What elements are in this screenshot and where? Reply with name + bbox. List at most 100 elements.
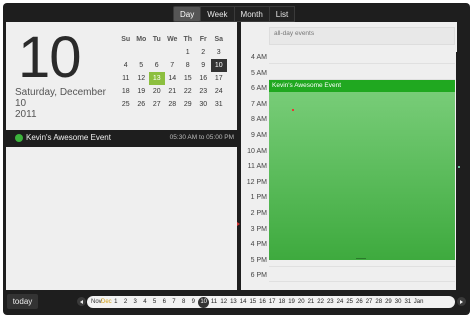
mini-calendar-empty	[134, 46, 150, 59]
strip-day[interactable]: 15	[248, 296, 258, 308]
mini-calendar-day[interactable]: 17	[211, 72, 227, 85]
mini-calendar-day[interactable]: 18	[118, 85, 134, 98]
mini-calendar-day[interactable]: 16	[196, 72, 212, 85]
hour-label: 4 AM	[251, 54, 267, 61]
strip-day[interactable]: 23	[325, 296, 335, 308]
strip-day[interactable]: 8	[179, 296, 189, 308]
tab-day[interactable]: Day	[173, 6, 202, 22]
hour-label: 11 AM	[247, 163, 267, 171]
weekday-label: Sa	[214, 36, 224, 43]
next-arrow-icon[interactable]	[457, 297, 466, 306]
hour-label: 3 PM	[250, 225, 267, 233]
hour-label: 8 AM	[251, 116, 267, 124]
tab-month[interactable]: Month	[233, 6, 270, 22]
event-block[interactable]: Kevin's Awesome Event	[269, 80, 455, 260]
time-marker	[292, 109, 294, 111]
prev-arrow-icon[interactable]	[77, 297, 86, 306]
strip-day[interactable]: 10	[198, 296, 210, 308]
mini-calendar-day[interactable]: 21	[165, 85, 181, 98]
mini-calendar-day[interactable]: 7	[165, 59, 181, 72]
hour-label: 2 PM	[250, 210, 267, 217]
mini-calendar-day[interactable]: 22	[180, 85, 196, 98]
mini-calendar-day[interactable]: 1	[180, 46, 196, 59]
mini-calendar-day[interactable]: 27	[149, 98, 165, 111]
strip-day[interactable]: 25	[345, 296, 355, 308]
strip-day[interactable]: 27	[364, 296, 374, 308]
event-list-item[interactable]: Kevin's Awesome Event 05:30 AM to 05:00 …	[6, 130, 237, 147]
strip-day[interactable]: 13	[229, 296, 239, 308]
hour-label: 7 AM	[251, 100, 267, 108]
mini-calendar-day[interactable]: 9	[196, 59, 212, 72]
strip-day[interactable]: 21	[306, 296, 316, 308]
strip-month[interactable]: Nov	[91, 296, 102, 308]
day-summary-panel: 10 Saturday, December 10 2011 Su Mo Tu W…	[6, 22, 237, 290]
mini-calendar-day[interactable]: 15	[180, 72, 196, 85]
mini-calendar-day[interactable]: 10	[211, 59, 227, 72]
strip-day[interactable]: 31	[403, 296, 413, 308]
mini-calendar-day[interactable]: 5	[134, 59, 150, 72]
mini-calendar-day[interactable]: 25	[118, 98, 134, 111]
strip-month[interactable]: Dec	[101, 296, 112, 308]
strip-day[interactable]: 26	[355, 296, 365, 308]
all-day-events-row[interactable]: all-day events	[269, 27, 455, 45]
mini-calendar-day[interactable]: 20	[149, 85, 165, 98]
scrollbar-thumb[interactable]	[458, 166, 460, 168]
strip-day[interactable]: 2	[121, 296, 131, 308]
strip-month[interactable]: Jan	[413, 296, 425, 308]
strip-day[interactable]: 12	[219, 296, 229, 308]
strip-day[interactable]: 5	[150, 296, 160, 308]
strip-day[interactable]: 28	[374, 296, 384, 308]
strip-day[interactable]: 20	[296, 296, 306, 308]
mini-calendar-day[interactable]: 28	[165, 98, 181, 111]
strip-day[interactable]: 11	[209, 296, 219, 308]
day-view-scrollbar[interactable]	[456, 52, 462, 292]
mini-calendar-day[interactable]: 6	[149, 59, 165, 72]
strip-day[interactable]: 19	[287, 296, 297, 308]
mini-calendar-day[interactable]: 12	[134, 72, 150, 85]
weekday-label: Fr	[199, 36, 207, 43]
strip-day[interactable]: 7	[169, 296, 179, 308]
strip-day[interactable]: 3	[130, 296, 140, 308]
mini-calendar-day[interactable]: 31	[211, 98, 227, 111]
strip-day[interactable]: 1	[111, 296, 121, 308]
strip-day[interactable]: 9	[189, 296, 199, 308]
mini-calendar-day[interactable]: 14	[165, 72, 181, 85]
strip-day[interactable]: 29	[384, 296, 394, 308]
date-year: 2011	[15, 109, 37, 120]
strip-day[interactable]: 30	[393, 296, 403, 308]
hour-label: 9 AM	[251, 132, 267, 139]
hour-label: 5 PM	[250, 256, 267, 264]
mini-calendar-day[interactable]: 23	[196, 85, 212, 98]
strip-day[interactable]: 4	[140, 296, 150, 308]
today-button[interactable]: today	[7, 294, 38, 309]
tab-week[interactable]: Week	[200, 6, 235, 22]
event-block-header[interactable]: Kevin's Awesome Event	[269, 80, 455, 92]
mini-calendar-day[interactable]: 3	[211, 46, 227, 59]
mini-calendar-day[interactable]: 26	[134, 98, 150, 111]
hour-label: 4 PM	[250, 241, 267, 249]
event-resize-handle[interactable]	[356, 258, 366, 259]
mini-calendar-day[interactable]: 29	[180, 98, 196, 111]
strip-day[interactable]: 22	[316, 296, 326, 308]
hour-label: 6 PM	[250, 272, 267, 280]
mini-calendar-day[interactable]: 13	[149, 72, 165, 85]
mini-calendar-day[interactable]: 11	[118, 72, 134, 85]
strip-day[interactable]: 24	[335, 296, 345, 308]
strip-day[interactable]: 17	[267, 296, 277, 308]
mini-calendar-day[interactable]: 30	[196, 98, 212, 111]
mini-calendar-day[interactable]: 8	[180, 59, 196, 72]
mini-calendar-day[interactable]: 19	[134, 85, 150, 98]
mini-calendar-day[interactable]: 2	[196, 46, 212, 59]
hour-label: 12 PM	[246, 178, 267, 186]
hour-label: 6 AM	[251, 85, 267, 93]
tab-list[interactable]: List	[268, 6, 296, 22]
strip-day[interactable]: 6	[159, 296, 169, 308]
mini-calendar-day[interactable]: 24	[211, 85, 227, 98]
panel-resize-handle[interactable]	[237, 222, 240, 226]
weekday-label: We	[167, 36, 178, 43]
strip-day[interactable]: 14	[238, 296, 248, 308]
mini-calendar-day[interactable]: 4	[118, 59, 134, 72]
strip-day[interactable]: 18	[277, 296, 287, 308]
event-color-dot	[15, 134, 23, 142]
strip-day[interactable]: 16	[258, 296, 268, 308]
